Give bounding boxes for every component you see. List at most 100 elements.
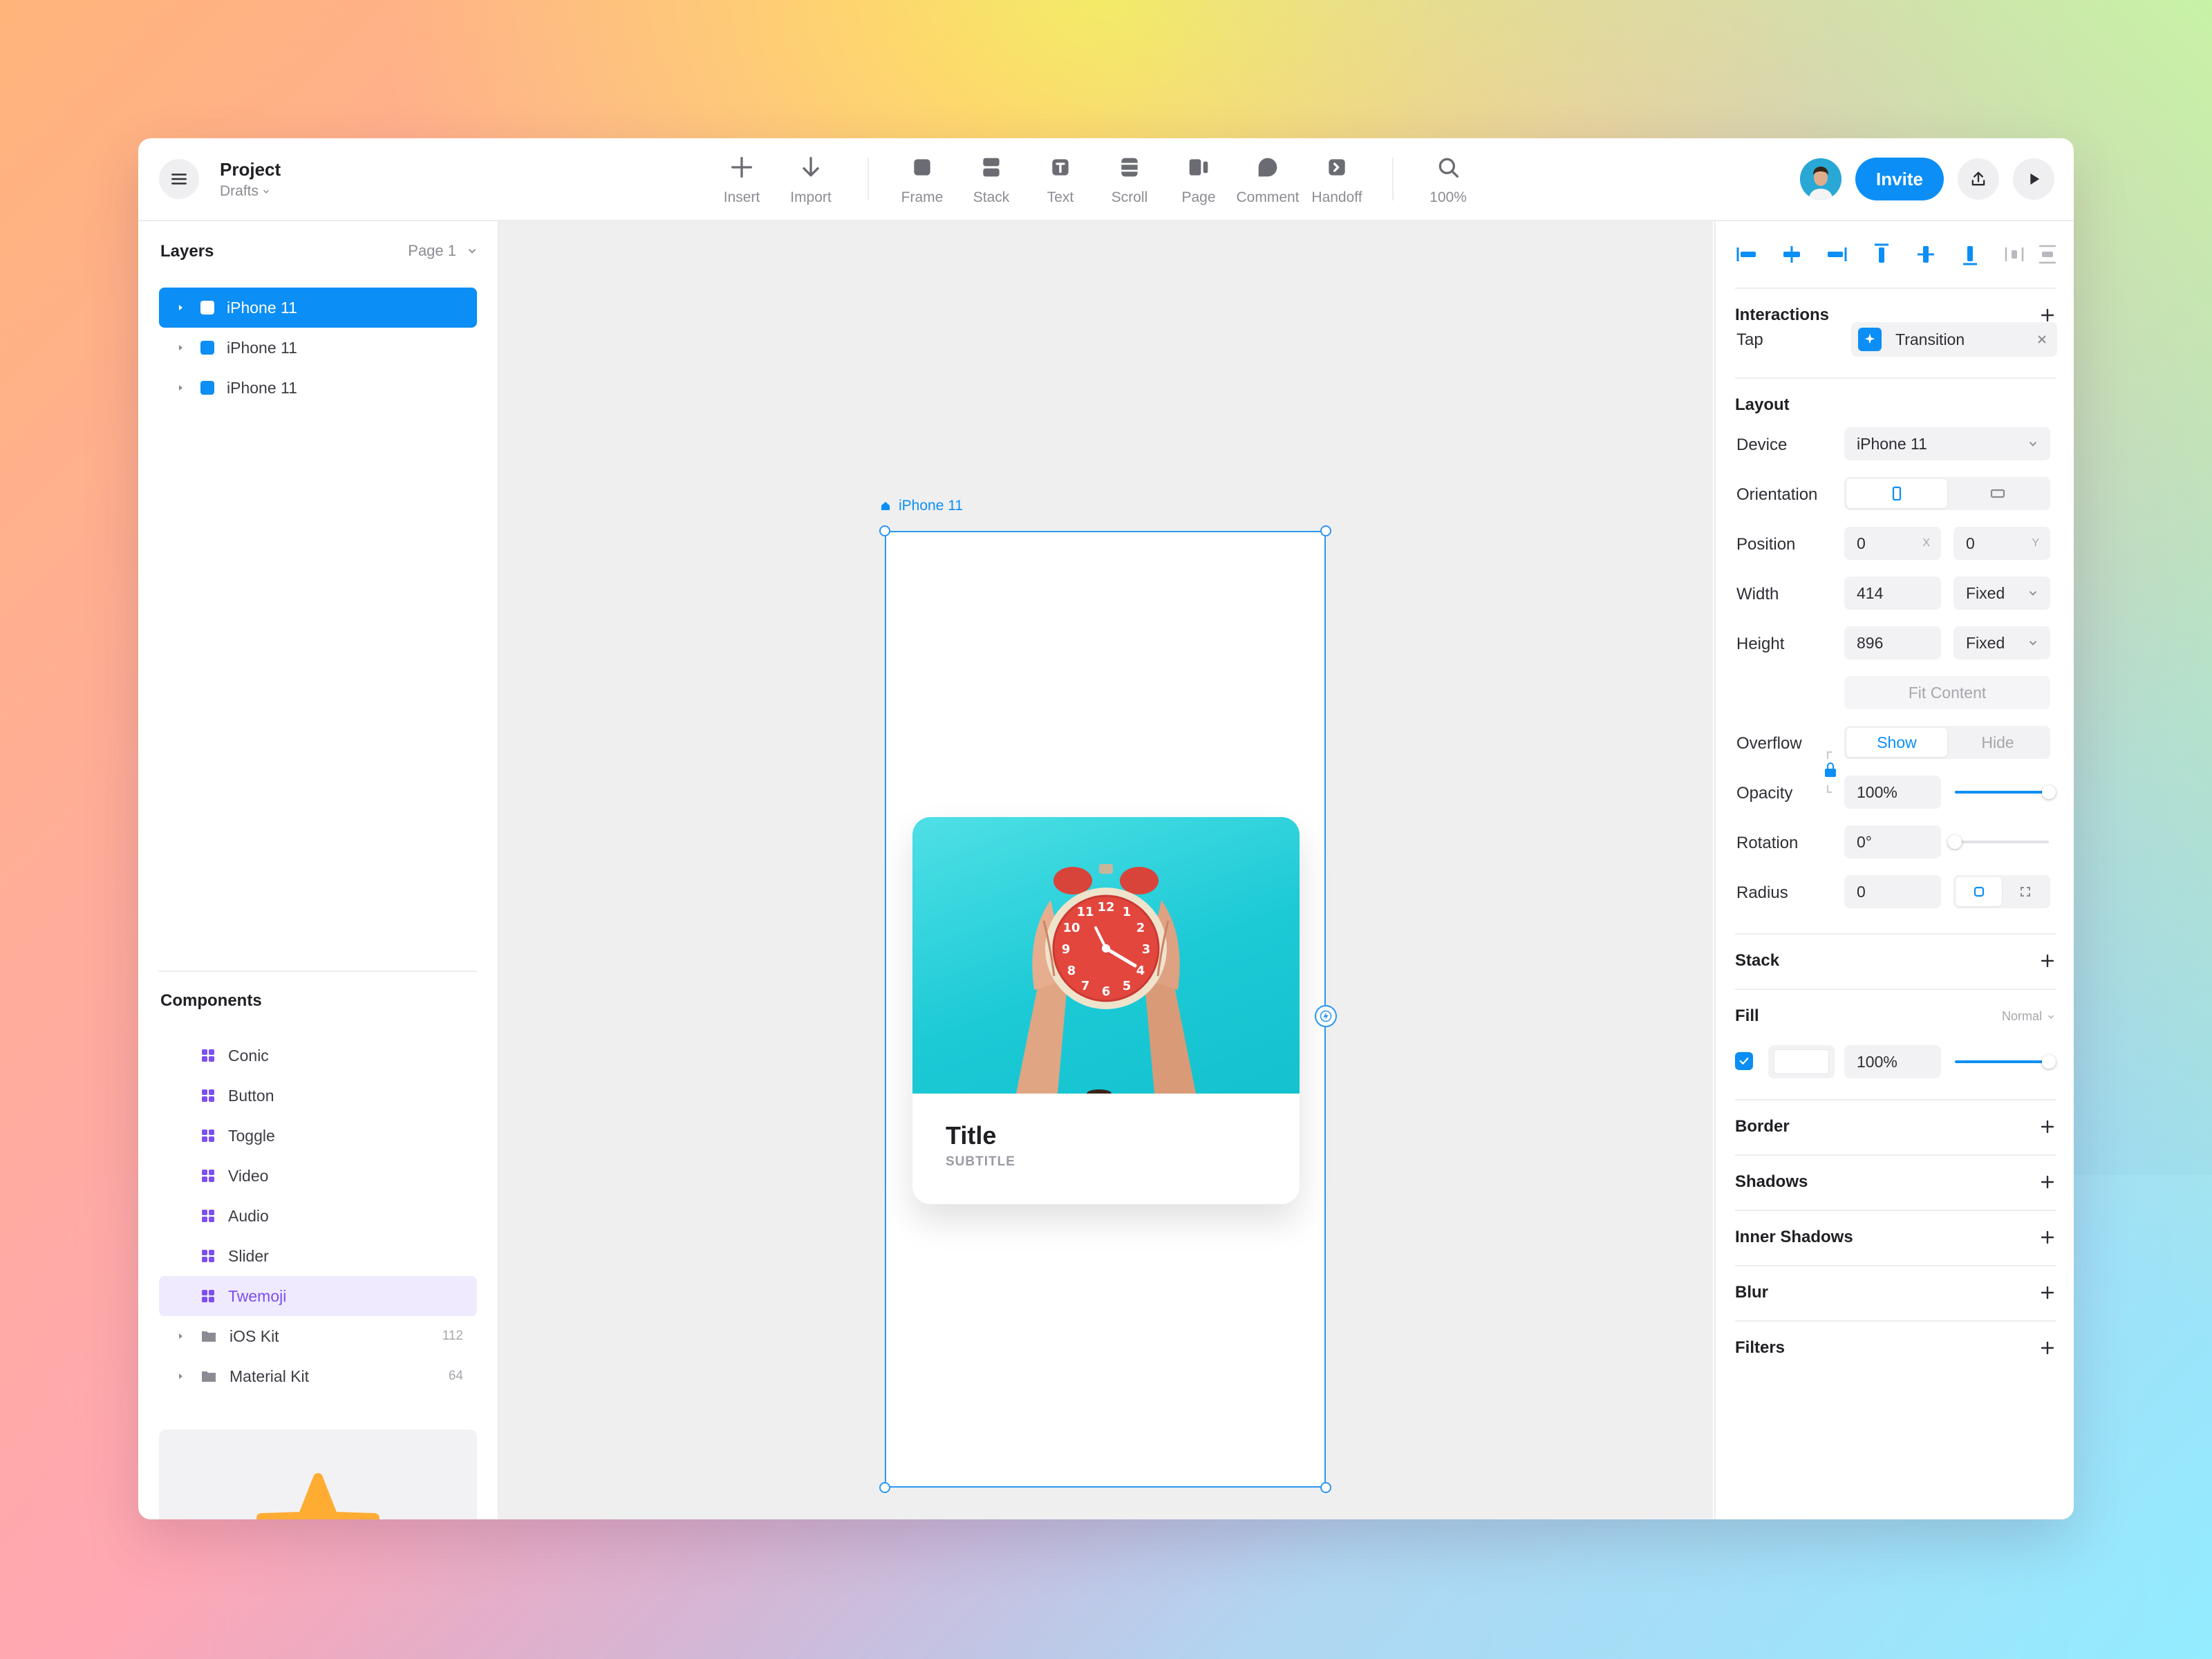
menu-button[interactable]: [159, 159, 199, 199]
align-left-icon[interactable]: [1735, 242, 1760, 267]
width-input[interactable]: 414: [1844, 577, 1941, 610]
zoom-button[interactable]: 100%: [1410, 151, 1486, 209]
page-button[interactable]: Page: [1161, 151, 1237, 209]
caret-right-icon[interactable]: [177, 1333, 184, 1340]
opacity-slider[interactable]: [1955, 785, 2056, 799]
layer-item[interactable]: iPhone 11: [159, 328, 477, 368]
height-mode-select[interactable]: Fixed: [1953, 626, 2050, 659]
component-label: Slider: [228, 1246, 269, 1265]
position-y-input[interactable]: 0 Y: [1953, 527, 2050, 560]
resize-handle[interactable]: [1320, 1482, 1331, 1493]
invite-button[interactable]: Invite: [1855, 158, 1944, 200]
component-item[interactable]: Button: [159, 1076, 477, 1116]
component-label: Conic: [228, 1046, 269, 1065]
close-icon[interactable]: [2036, 334, 2047, 345]
add-shadow-icon[interactable]: [2039, 1174, 2056, 1190]
stack-button[interactable]: Stack: [953, 151, 1029, 209]
fill-color-swatch[interactable]: [1768, 1045, 1835, 1078]
caret-right-icon[interactable]: [177, 304, 184, 311]
align-center-vertical-icon[interactable]: [1913, 242, 1938, 267]
width-mode-select[interactable]: Fixed: [1953, 577, 2050, 610]
add-stack-icon[interactable]: [2039, 953, 2056, 969]
aspect-lock-icon[interactable]: [1822, 748, 1839, 796]
orientation-toggle: [1844, 477, 2050, 510]
project-title: Project: [220, 159, 281, 180]
content-card[interactable]: 12 1 2 3 4 5 6 7 8 9 10 11 Title SUBTITL…: [912, 817, 1300, 1204]
rotation-slider-knob[interactable]: [1948, 835, 1962, 849]
import-button[interactable]: Import: [773, 151, 849, 209]
rotation-input[interactable]: 0°: [1844, 825, 1941, 859]
interaction-handle[interactable]: [1315, 1005, 1337, 1027]
frame-name-label[interactable]: iPhone 11: [879, 498, 963, 514]
landscape-option[interactable]: [1947, 479, 2048, 508]
radius-individual-option[interactable]: [2002, 877, 2048, 906]
share-button[interactable]: [1958, 158, 1999, 200]
device-select[interactable]: iPhone 11: [1844, 427, 2050, 460]
distribute-horizontal-icon[interactable]: [2002, 242, 2027, 267]
component-item[interactable]: Conic: [159, 1035, 477, 1076]
avatar[interactable]: [1800, 158, 1841, 200]
layer-item[interactable]: iPhone 11: [159, 368, 477, 408]
page-icon: [1189, 159, 1208, 176]
height-input[interactable]: 896: [1844, 626, 1941, 659]
add-filter-icon[interactable]: [2039, 1340, 2056, 1356]
page-selector[interactable]: Page 1: [408, 242, 478, 260]
opacity-input[interactable]: 100%: [1844, 776, 1941, 809]
add-inner-shadow-icon[interactable]: [2039, 1229, 2056, 1246]
section-divider: [1735, 1210, 2056, 1211]
svg-text:6: 6: [1102, 984, 1111, 999]
radius-input[interactable]: 0: [1844, 875, 1941, 908]
caret-right-icon[interactable]: [177, 1373, 184, 1380]
align-top-icon[interactable]: [1869, 242, 1894, 267]
folder-item[interactable]: iOS Kit 112: [159, 1316, 477, 1356]
canvas[interactable]: iPhone 11 12 1 2 3 4 5 6 7 8 9 10 11 Tit…: [499, 221, 1713, 1519]
portrait-option[interactable]: [1846, 479, 1947, 508]
blur-title: Blur: [1735, 1283, 1768, 1302]
fill-enabled-checkbox[interactable]: [1735, 1052, 1753, 1070]
add-interaction-icon[interactable]: [2039, 307, 2056, 324]
overflow-hide-option[interactable]: Hide: [1947, 728, 2048, 757]
resize-handle[interactable]: [1320, 525, 1331, 536]
handoff-button[interactable]: Handoff: [1299, 151, 1375, 209]
panel-divider: [159, 971, 477, 972]
frame-button[interactable]: Frame: [884, 151, 960, 209]
folder-icon: [202, 1371, 216, 1382]
align-bottom-icon[interactable]: [1958, 242, 1983, 267]
comment-button[interactable]: Comment: [1230, 151, 1306, 209]
resize-handle[interactable]: [879, 525, 890, 536]
component-item[interactable]: Video: [159, 1156, 477, 1196]
scroll-button[interactable]: Scroll: [1091, 151, 1168, 209]
caret-right-icon[interactable]: [177, 344, 184, 351]
transition-action[interactable]: Transition: [1851, 322, 2057, 357]
opacity-slider-knob[interactable]: [2042, 785, 2056, 799]
fit-content-button[interactable]: Fit Content: [1844, 676, 2050, 709]
component-item[interactable]: Audio: [159, 1196, 477, 1236]
blend-mode-select[interactable]: Normal: [2002, 1009, 2056, 1024]
overflow-show-option[interactable]: Show: [1846, 728, 1947, 757]
insert-button[interactable]: Insert: [704, 151, 780, 209]
caret-right-icon[interactable]: [177, 384, 184, 391]
resize-handle[interactable]: [879, 1482, 890, 1493]
project-subtitle[interactable]: Drafts: [220, 183, 281, 200]
add-border-icon[interactable]: [2039, 1118, 2056, 1135]
rotation-slider[interactable]: [1948, 835, 2049, 849]
fill-opacity-slider[interactable]: [1955, 1055, 2056, 1069]
align-center-horizontal-icon[interactable]: [1779, 242, 1804, 267]
component-item[interactable]: Twemoji: [159, 1276, 477, 1316]
card-image: 12 1 2 3 4 5 6 7 8 9 10 11: [912, 817, 1300, 1094]
component-item[interactable]: Toggle: [159, 1116, 477, 1156]
add-blur-icon[interactable]: [2039, 1284, 2056, 1301]
svg-text:11: 11: [1076, 905, 1094, 919]
preview-button[interactable]: [2013, 158, 2054, 200]
layer-item[interactable]: iPhone 11: [159, 288, 477, 328]
text-button[interactable]: Text: [1022, 151, 1098, 209]
fill-opacity-input[interactable]: 100%: [1844, 1045, 1941, 1078]
folder-item[interactable]: Material Kit 64: [159, 1356, 477, 1396]
position-x-input[interactable]: 0 X: [1844, 527, 1941, 560]
project-info[interactable]: Project Drafts: [220, 159, 281, 200]
component-item[interactable]: Slider: [159, 1236, 477, 1276]
distribute-vertical-icon[interactable]: [2035, 242, 2060, 267]
align-right-icon[interactable]: [1824, 242, 1848, 267]
radius-uniform-option[interactable]: [1956, 877, 2002, 906]
fill-opacity-slider-knob[interactable]: [2042, 1055, 2056, 1069]
